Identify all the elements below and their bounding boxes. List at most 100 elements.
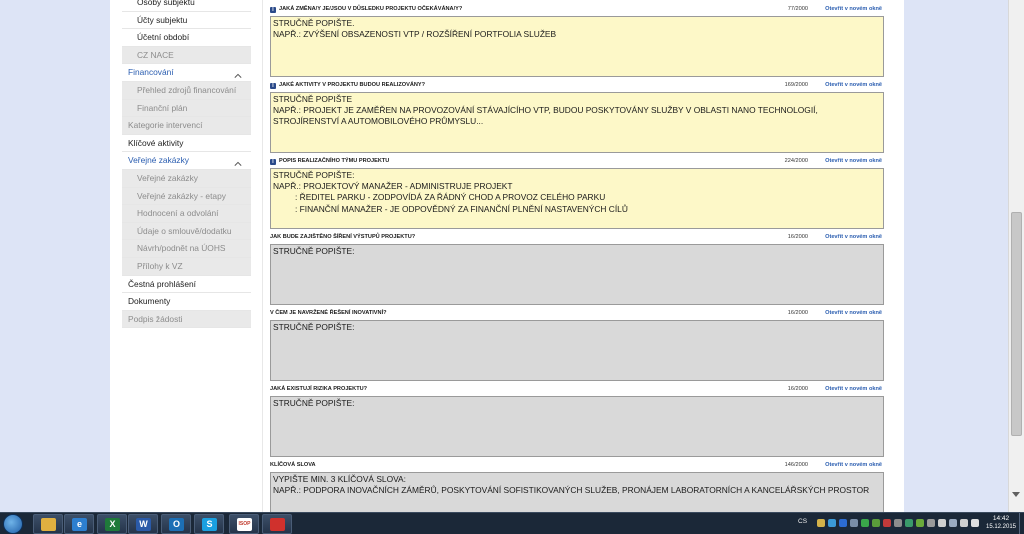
info-icon[interactable]: i	[270, 7, 276, 13]
open-in-new-window-link[interactable]: Otevřít v novém okně	[825, 6, 882, 12]
scrollbar-thumb[interactable]	[1011, 212, 1022, 436]
clock-date: 15.12.2015	[985, 524, 1017, 530]
tray-antivirus-icon[interactable]	[883, 519, 891, 527]
sidebar-item[interactable]: Veřejné zakázky	[122, 152, 251, 170]
tray-action-center-icon[interactable]	[971, 519, 979, 527]
skype-icon: S	[202, 518, 217, 531]
tray-network-app-icon[interactable]	[905, 519, 913, 527]
field-label: V čem je navržené řešení inovativní?	[270, 310, 387, 316]
taskbar-app-word[interactable]: W	[128, 514, 158, 534]
vertical-scrollbar[interactable]	[1008, 0, 1024, 512]
start-button[interactable]	[3, 514, 23, 534]
excel-icon: X	[105, 518, 120, 531]
sidebar-nav: Osoby subjektu Účty subjektu Účetní období…	[122, 0, 251, 329]
form-field: i Jaká změna/y je/jsou v důsledku projekt…	[270, 6, 884, 77]
field-header: Jaká existují rizika projektu? 16/2000 Ote…	[270, 386, 884, 396]
isop-icon: ISOP	[237, 518, 252, 531]
sidebar-item: Hodnocení a odvolání	[122, 205, 251, 223]
sidebar-item: Přehled zdrojů financování	[122, 81, 251, 100]
sidebar-item: Finanční plán	[122, 99, 251, 118]
tray-sync-icon[interactable]	[839, 519, 847, 527]
tray-wifi-icon[interactable]	[916, 519, 924, 527]
field-textarea[interactable]: Stručně popište:	[270, 396, 884, 457]
sidebar-item-label: Kategorie intervencí	[128, 120, 203, 131]
tray-settings-icon[interactable]	[927, 519, 935, 527]
tray-volume-icon[interactable]	[960, 519, 968, 527]
windows-taskbar: e X W O S ISOP CS 14:42 15.12.2015	[0, 512, 1024, 534]
sidebar-item-label: Přílohy k VZ	[137, 260, 183, 271]
form-field: Jaká existují rizika projektu? 16/2000 Ote…	[270, 386, 884, 457]
field-label: Jaké aktivity v projektu budou realizová…	[279, 82, 426, 88]
show-desktop-button[interactable]	[1019, 513, 1024, 534]
taskbar-app-isop[interactable]: ISOP	[229, 514, 259, 534]
field-label: Klíčová slova	[270, 462, 316, 468]
tray-skype-icon[interactable]	[828, 519, 836, 527]
tray-update-icon[interactable]	[861, 519, 869, 527]
clock-time: 14:42	[992, 515, 1010, 522]
sidebar-item-label: Podpis žádosti	[128, 313, 183, 324]
form-field: i Popis realizačního týmu projektu 224/200…	[270, 158, 884, 229]
sidebar-item-label: CZ NACE	[137, 49, 174, 60]
open-in-new-window-link[interactable]: Otevřít v novém okně	[825, 386, 882, 392]
field-textarea[interactable]: Stručně popište:	[270, 320, 884, 381]
field-textarea[interactable]: Stručně popište Např.: projekt je zaměřen…	[270, 92, 884, 153]
sidebar-item: CZ NACE	[122, 46, 251, 65]
sidebar-item-label: Čestná prohlášení	[128, 278, 196, 289]
chevron-up-icon[interactable]	[233, 157, 242, 167]
form-field: i Jaké aktivity v projektu budou realizov…	[270, 82, 884, 153]
textarea-line: Stručně popište:	[273, 398, 355, 408]
sidebar-item[interactable]: Účetní období	[122, 29, 251, 47]
sidebar-item-label: Osoby subjektu	[137, 0, 195, 7]
open-in-new-window-link[interactable]: Otevřít v novém okně	[825, 82, 882, 88]
tray-flag-icon[interactable]	[938, 519, 946, 527]
sidebar-item[interactable]: Čestná prohlášení	[122, 275, 251, 294]
sidebar-item: Veřejné zakázky - etapy	[122, 187, 251, 206]
sidebar-item-label: Návrh/podnět na ÚOHS	[137, 243, 226, 254]
taskbar-app-excel[interactable]: X	[97, 514, 127, 534]
sidebar-item[interactable]: Financování	[122, 64, 251, 82]
sidebar-item: Přílohy k VZ	[122, 257, 251, 276]
field-textarea[interactable]: Stručně popište. Např.: zvýšení obsazenos…	[270, 16, 884, 77]
textarea-line: Např.: zvýšení obsazenosti VTP / rozšíře…	[273, 29, 557, 40]
taskbar-app-explorer[interactable]	[33, 514, 63, 534]
field-textarea[interactable]: Stručně popište: Např.: projektový manaže…	[270, 168, 884, 229]
tray-security-icon[interactable]	[872, 519, 880, 527]
field-header: i Popis realizačního týmu projektu 224/200…	[270, 158, 884, 168]
tray-mail-icon[interactable]	[817, 519, 825, 527]
open-in-new-window-link[interactable]: Otevřít v novém okně	[825, 234, 882, 240]
open-in-new-window-link[interactable]: Otevřít v novém okně	[825, 310, 882, 316]
character-counter: 77/2000	[787, 6, 808, 12]
page-background-right	[904, 0, 1008, 512]
info-icon[interactable]: i	[270, 83, 276, 89]
tray-clipboard-icon[interactable]	[894, 519, 902, 527]
open-in-new-window-link[interactable]: Otevřít v novém okně	[825, 158, 882, 164]
language-indicator[interactable]: CS	[798, 518, 807, 525]
sidebar-item-label: Přehled zdrojů financování	[137, 84, 237, 95]
sidebar-item[interactable]: Klíčové aktivity	[122, 134, 251, 153]
sidebar-item[interactable]: Účty subjektu	[122, 11, 251, 30]
info-icon[interactable]: i	[270, 159, 276, 165]
character-counter: 169/2000	[784, 82, 808, 88]
taskbar-app-pdf[interactable]	[262, 514, 292, 534]
taskbar-app-internet-explorer[interactable]: e	[64, 514, 94, 534]
sidebar-item-label: Účetní období	[137, 32, 190, 43]
sidebar-item-label: Klíčové aktivity	[128, 137, 184, 148]
tray-display-icon[interactable]	[949, 519, 957, 527]
taskbar-app-outlook[interactable]: O	[161, 514, 191, 534]
explorer-icon	[41, 518, 56, 531]
taskbar-clock[interactable]: 14:42 15.12.2015	[984, 515, 1018, 531]
character-counter: 16/2000	[787, 310, 808, 316]
chevron-up-icon[interactable]	[233, 69, 242, 79]
taskbar-app-skype[interactable]: S	[194, 514, 224, 534]
character-counter: 224/2000	[784, 158, 808, 164]
sidebar-item-label: Veřejné zakázky	[128, 155, 189, 166]
sidebar-item: Návrh/podnět na ÚOHS	[122, 240, 251, 258]
sidebar-item: Údaje o smlouvě/dodatku	[122, 222, 251, 241]
sidebar-item[interactable]: Osoby subjektu	[122, 0, 251, 12]
scroll-down-arrow-icon[interactable]	[1012, 492, 1020, 497]
textarea-line: Stručně popište:	[273, 322, 355, 332]
open-in-new-window-link[interactable]: Otevřít v novém okně	[825, 462, 882, 468]
sidebar-item[interactable]: Dokumenty	[122, 293, 251, 311]
field-textarea[interactable]: Stručně popište:	[270, 244, 884, 305]
tray-app-icon[interactable]	[850, 519, 858, 527]
